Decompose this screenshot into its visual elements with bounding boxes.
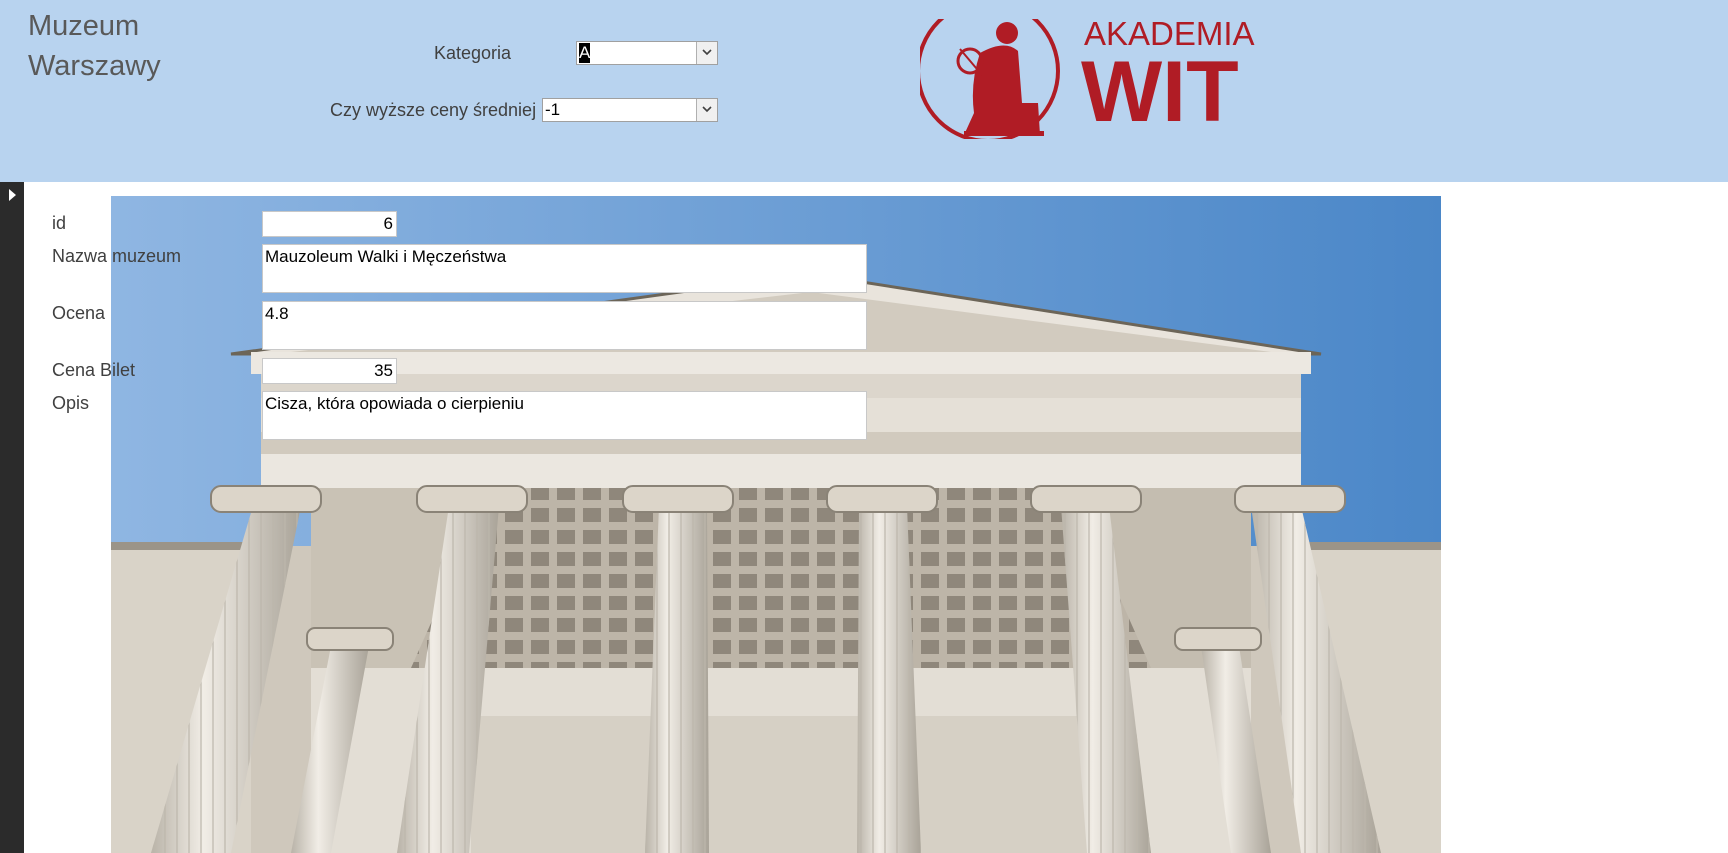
ocena-field[interactable]: 4.8 [262, 301, 867, 350]
chevron-down-icon [702, 49, 712, 56]
ocena-label: Ocena [52, 303, 106, 323]
id-label: id [52, 213, 67, 233]
title-line-2: Warszawy [28, 50, 161, 82]
chevron-down-icon [702, 106, 712, 113]
akademia-wit-logo: AKADEMIA WIT [920, 3, 1255, 139]
title-line-1: Muzeum [28, 10, 140, 42]
logo-text-wit: WIT [1081, 44, 1239, 139]
record-selector[interactable] [0, 182, 24, 853]
opis-label: Opis [52, 393, 90, 413]
wyzsze-label: Czy wyższe ceny średniej [330, 100, 537, 120]
wyzsze-combo[interactable]: -1 [542, 98, 718, 122]
app-title: Muzeum Warszawy [28, 6, 161, 86]
wyzsze-dropdown-button[interactable] [696, 99, 717, 121]
header-bar: Muzeum Warszawy Kategoria A Czy wyższe c… [0, 0, 1728, 182]
cena-field[interactable]: 35 [262, 358, 397, 384]
kategoria-dropdown-button[interactable] [696, 42, 717, 64]
nazwa-field[interactable]: Mauzoleum Walki i Męczeństwa [262, 244, 867, 293]
id-field[interactable]: 6 [262, 211, 397, 237]
kategoria-label: Kategoria [434, 43, 512, 63]
kategoria-combo[interactable]: A [576, 41, 718, 65]
opis-field[interactable]: Cisza, która opowiada o cierpieniu [262, 391, 867, 440]
cena-label: Cena Bilet [52, 360, 136, 380]
kategoria-value: A [579, 43, 591, 63]
nazwa-label: Nazwa muzeum [52, 246, 182, 266]
museum-photo [111, 196, 1441, 853]
record-selector-arrow-icon [9, 189, 16, 201]
wyzsze-value: -1 [545, 100, 561, 119]
